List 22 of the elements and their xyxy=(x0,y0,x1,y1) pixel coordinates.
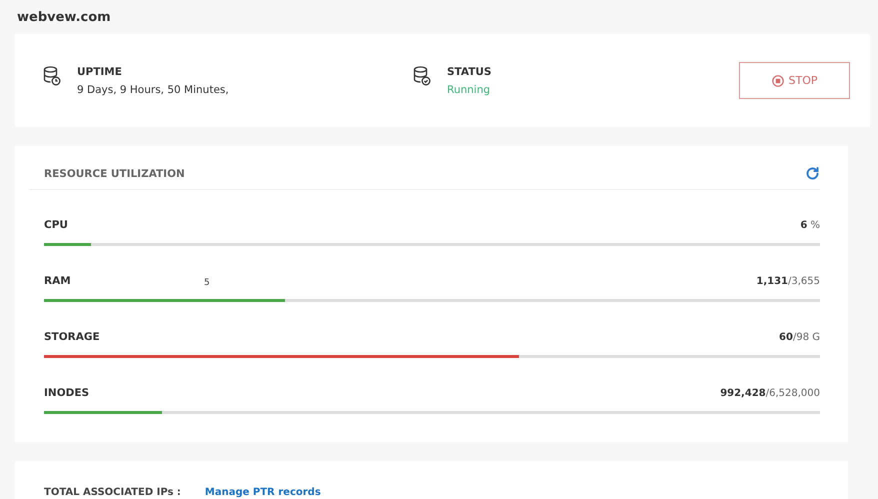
ptr-records-link[interactable]: Manage PTR records xyxy=(204,487,321,498)
uptime-value: 9 Days, 9 Hours, 50 Minutes, xyxy=(77,84,229,96)
resource-reading: 992,428/6,528,000 xyxy=(720,388,820,398)
resource-name: RAM xyxy=(44,275,71,287)
database-clock-icon xyxy=(43,66,61,86)
resource-note: 5 xyxy=(204,278,210,288)
resource-reading: 1,131/3,655 xyxy=(756,276,820,286)
status-value: Running xyxy=(447,84,492,96)
page-title: webvew.com xyxy=(17,10,112,25)
status-label: STATUS xyxy=(447,66,492,78)
resource-name: STORAGE xyxy=(44,331,100,343)
ips-label: TOTAL ASSOCIATED IPs : xyxy=(44,487,181,498)
database-check-icon xyxy=(413,66,431,86)
resource-reading: 60/98 G xyxy=(779,332,820,342)
resource-name: INODES xyxy=(44,387,90,399)
resource-reading: 6 % xyxy=(800,220,820,230)
refresh-icon[interactable] xyxy=(805,166,820,181)
stop-icon xyxy=(772,74,784,86)
resource-name: CPU xyxy=(44,219,68,231)
section-title: RESOURCE UTILIZATION xyxy=(44,168,185,180)
stop-button[interactable]: STOP xyxy=(739,62,850,99)
uptime-label: UPTIME xyxy=(77,66,123,78)
